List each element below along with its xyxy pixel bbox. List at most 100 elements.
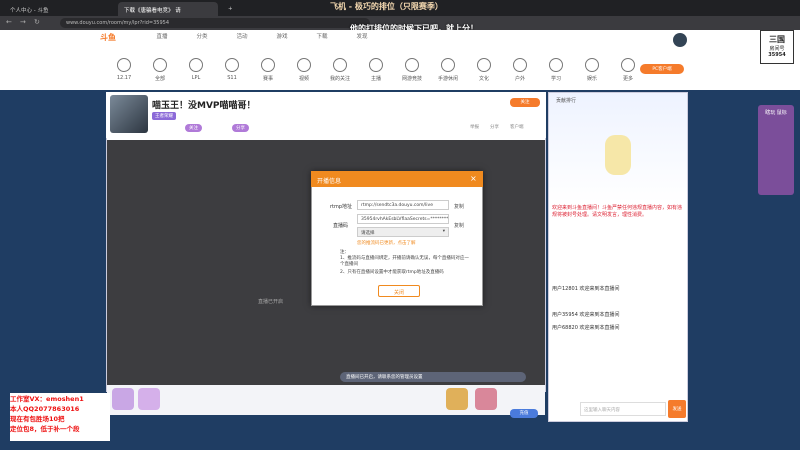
user-avatar[interactable] — [673, 33, 687, 47]
close-icon[interactable]: × — [470, 174, 477, 183]
category-item[interactable]: 文化 — [466, 58, 502, 82]
nav-item[interactable]: 发现 — [340, 32, 384, 42]
chat-placeholder: 这里输入聊天内容 — [584, 408, 620, 413]
category-item[interactable]: 户外 — [502, 58, 538, 82]
pc-download-button[interactable]: PC客户端 — [640, 64, 684, 74]
dialog-close-button[interactable]: 关闭 — [378, 285, 420, 297]
category-label: 文化 — [478, 76, 489, 82]
share-link[interactable]: 分享 — [490, 124, 499, 130]
category-icon — [333, 58, 347, 72]
overlay-line: 本人QQ2077863016 — [10, 405, 80, 413]
category-item[interactable]: 12.17 — [106, 58, 142, 81]
rtmp-label: rtmp地址 — [330, 204, 353, 210]
category-icon — [153, 58, 167, 72]
forward-icon[interactable]: → — [20, 18, 26, 26]
sanguo-badge[interactable]: 三国 房间号 35954 — [760, 30, 794, 64]
category-label: 更多 — [622, 76, 633, 82]
category-label: 全部 — [154, 76, 165, 82]
nav-item[interactable]: 游戏 — [260, 32, 304, 42]
overlay-line: 现在有包胜场10把 — [10, 415, 65, 423]
dialog-title: 开播信息 — [317, 178, 342, 185]
select-value: 请选择 — [361, 231, 375, 236]
note-line: 1、推流码与直播间绑定，开播前请确认无误，每个直播码对应一个直播间 — [340, 256, 469, 267]
nav-item[interactable]: 活动 — [220, 32, 264, 42]
follow-button[interactable]: 关注 — [510, 98, 540, 107]
report-link[interactable]: 举报 — [470, 124, 479, 130]
room-tag[interactable]: 王者荣耀 — [152, 112, 176, 120]
category-item[interactable]: 网游竞技 — [394, 58, 430, 82]
reload-icon[interactable]: ↻ — [34, 18, 40, 26]
copy-rtmp-button[interactable]: 复制 — [454, 203, 464, 210]
system-notice: 欢迎来到斗鱼直播间！斗鱼严禁任何违规直播内容，如有违规将被封号处理。请文明发言，… — [552, 205, 683, 218]
notes-title: 注： — [340, 250, 349, 255]
category-item[interactable]: 赛事 — [250, 58, 286, 82]
new-tab-button[interactable]: + — [222, 2, 234, 16]
sanguo-title: 三国 — [769, 35, 785, 44]
gift-icon[interactable] — [112, 388, 134, 410]
gift-icon[interactable] — [138, 388, 160, 410]
gift-icon[interactable] — [475, 388, 497, 410]
chat-message: 用户35954 欢迎来到本直播间 — [552, 312, 620, 318]
category-label: 主播 — [370, 76, 381, 82]
browser-tab-active[interactable]: 下载《唐骗看电竞》 请 — [118, 2, 218, 16]
category-item[interactable]: LPL — [178, 58, 214, 81]
category-label: 12.17 — [116, 75, 132, 81]
mascot-image — [605, 135, 631, 175]
streamer-avatar[interactable] — [110, 95, 148, 133]
dialog-header: 开播信息 — [311, 171, 483, 187]
category-item[interactable]: 全部 — [142, 58, 178, 82]
category-item[interactable]: 学习 — [538, 58, 574, 82]
category-icon — [477, 58, 491, 72]
nav-item[interactable]: 直播 — [140, 32, 184, 42]
stream-code-field[interactable]: 35954rvhAkEsbLVflaaSecrets=************* — [357, 214, 449, 224]
category-item[interactable]: 娱乐 — [574, 58, 610, 82]
stream-code-label: 直播码 — [333, 223, 349, 229]
nav-item[interactable]: 分类 — [180, 32, 224, 42]
category-item[interactable]: S11 — [214, 58, 250, 81]
category-label: 户外 — [514, 76, 525, 82]
tab-label: 个人中心 - 斗鱼 — [10, 8, 49, 14]
category-label: LPL — [191, 75, 201, 81]
stream-code-select[interactable]: 请选择 ▾ — [357, 227, 449, 237]
douyu-logo[interactable]: 斗鱼 — [100, 32, 130, 44]
category-item[interactable]: 我的关注 — [322, 58, 358, 82]
category-icon — [297, 58, 311, 72]
overlay-line: 工作室VX：emoshen1 — [10, 395, 84, 403]
category-item[interactable]: 手游休闲 — [430, 58, 466, 82]
update-warning-link[interactable]: 您的推流码已更新，点击了解 — [357, 240, 416, 246]
side-ad[interactable]: 瞎玩 鼠标 — [758, 105, 794, 195]
url-input[interactable]: www.douyu.com/room/my/lpr?rid=35954 — [60, 18, 370, 28]
rtmp-address-field[interactable]: rtmp://sendtc3a.douyu.com/live — [357, 200, 449, 210]
client-link[interactable]: 客户端 — [510, 124, 524, 130]
tab-label: 下载《唐骗看电竞》 请 — [124, 8, 181, 14]
category-item[interactable]: 视频 — [286, 58, 322, 82]
category-label: 赛事 — [262, 76, 273, 82]
room-tag[interactable]: 分享 — [232, 124, 249, 132]
category-label: 我的关注 — [329, 76, 350, 82]
room-title: 喵玉王！没MVP喵喵哥！ — [152, 101, 256, 111]
chat-message: 用户68820 欢迎来到本直播间 — [552, 325, 620, 331]
chat-input[interactable]: 这里输入聊天内容 — [580, 402, 666, 416]
send-button[interactable]: 发送 — [668, 400, 686, 418]
category-label: 手游休闲 — [437, 76, 458, 82]
category-label: 视频 — [298, 76, 309, 82]
overlay-line: 定位包8，低于补一个段 — [10, 425, 80, 433]
nav-item[interactable]: 下载 — [300, 32, 344, 42]
category-item[interactable]: 更多 — [610, 58, 646, 82]
stream-overlay-box: 工作室VX：emoshen1 本人QQ2077863016 现在有包胜场10把 … — [10, 393, 110, 441]
back-icon[interactable]: ← — [6, 18, 12, 26]
category-icon — [261, 58, 275, 72]
category-icon — [225, 58, 239, 72]
room-tag[interactable]: 关注 — [185, 124, 202, 132]
category-icon — [369, 58, 383, 72]
chevron-down-icon: ▾ — [442, 229, 445, 234]
copy-stream-code-button[interactable]: 复制 — [454, 222, 464, 229]
stream-overlay-title: 飞机 - 极巧的排位（只限赛季） — [330, 2, 443, 11]
browser-tab[interactable]: 个人中心 - 斗鱼 — [4, 2, 114, 16]
category-icon — [513, 58, 527, 72]
recharge-button[interactable]: 充值 — [510, 409, 538, 418]
category-icon — [117, 58, 131, 72]
category-item[interactable]: 主播 — [358, 58, 394, 82]
rank-title[interactable]: 贡献排行 — [556, 97, 576, 104]
gift-icon[interactable] — [446, 388, 468, 410]
